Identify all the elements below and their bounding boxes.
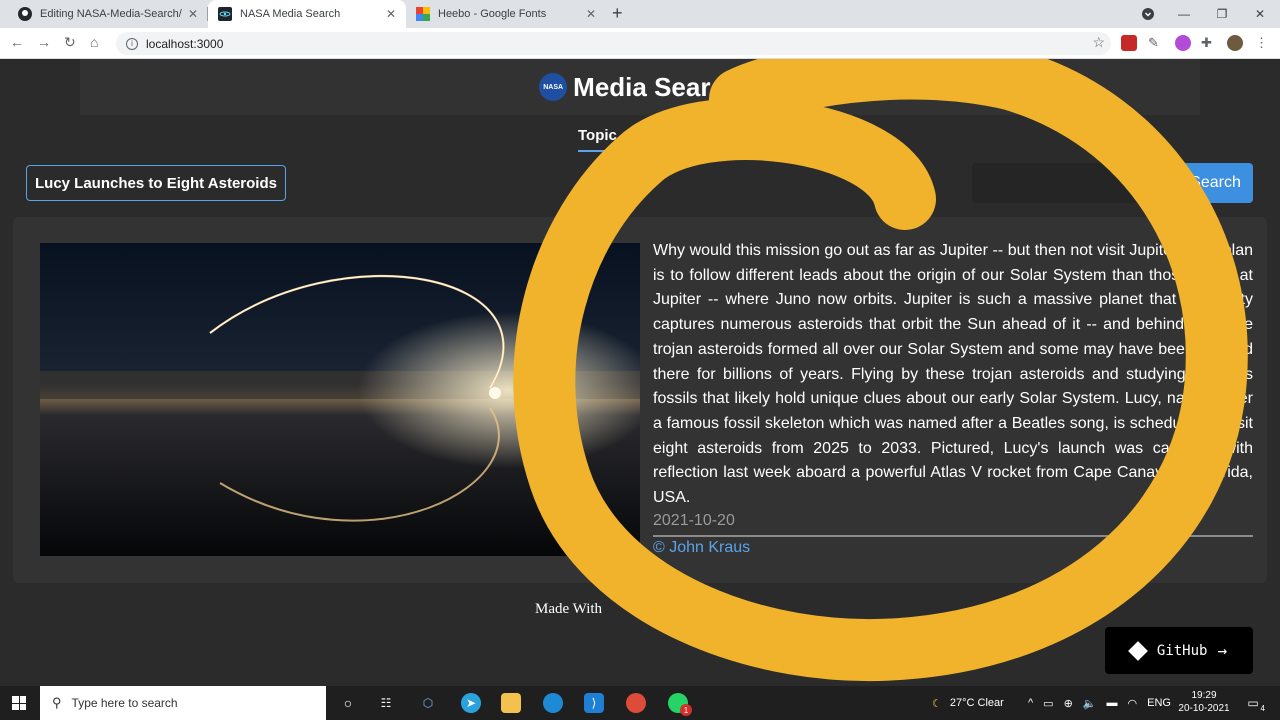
language-indicator[interactable]: ENG [1147,697,1171,709]
back-icon[interactable]: ← [10,34,24,50]
vscode-icon[interactable]: ⟩ [584,693,604,713]
browser-tab-github[interactable]: Editing NASA-Media-Search/REA ✕ [8,0,208,28]
3d-viewer-icon[interactable]: ⬡ [418,693,438,713]
github-label: GitHub [1156,642,1208,659]
weather-text: 27°C Clear [949,697,1004,709]
search-button[interactable]: Search [1178,163,1253,203]
whatsapp-icon[interactable]: 1 [668,693,692,716]
media-card: Why would this mission go out as far as … [13,217,1267,583]
puzzle-icon[interactable]: ✚ [1201,35,1217,51]
chrome-icon[interactable] [626,693,646,713]
clock-time: 19:29 [1191,690,1217,701]
file-explorer-icon[interactable] [501,693,521,713]
weather-widget[interactable]: ☾ 27°C Clear [932,686,1004,720]
cortana-icon[interactable]: ○ [338,693,358,713]
telegram-icon[interactable]: ➤ [461,693,481,713]
browser-tab-strip: Editing NASA-Media-Search/REA ✕ NASA Med… [0,0,1280,28]
tab-search-icon[interactable] [1130,0,1166,28]
page-viewport: NASA Media Search Topic of Lucy Launches… [0,59,1280,686]
minimize-button[interactable]: — [1166,0,1202,28]
github-button[interactable]: GitHub → [1105,627,1253,674]
nasa-logo: NASA [539,73,568,101]
site-header: NASA Media Search [80,59,1200,115]
taskbar-search-placeholder: Type here to search [71,696,178,710]
edge-icon[interactable] [543,693,563,713]
new-tab-button[interactable]: + [612,3,623,24]
tab-topic-of-day[interactable]: Topic of [578,127,636,152]
moon-icon: ☾ [932,697,942,710]
tray-icons: ^ ▭ ⊕ 🔈 ▬ ◠ ENG [1028,686,1171,720]
topic-chip[interactable]: Lucy Launches to Eight Asteroids [26,165,286,201]
taskbar-clock[interactable]: 19:29 20-10-2021 [1178,689,1230,715]
chevron-up-icon[interactable]: ^ [1028,697,1033,709]
notifications-icon[interactable]: ▭ 4 [1243,693,1265,713]
git-icon [1127,640,1148,661]
tab-title: Editing NASA-Media-Search/REA [40,8,182,20]
url-text: localhost:3000 [146,36,224,51]
copyright-link[interactable]: © John Kraus [653,539,750,557]
close-tab-icon[interactable]: ✕ [586,7,596,21]
task-view-icon[interactable]: ☷ [376,693,396,713]
home-icon[interactable]: ⌂ [90,34,98,50]
bookmark-star-icon[interactable]: ☆ [1092,34,1105,51]
clock-date: 20-10-2021 [1178,703,1230,714]
footer-text: Made With [535,601,603,617]
wifi-icon[interactable]: ◠ [1128,697,1138,710]
windows-taskbar: ⚲ Type here to search ○ ☷ ⬡ ➤ ⟩ 1 ☾ 27°C… [0,686,1280,720]
eyedropper-icon[interactable]: ✎ [1148,35,1164,51]
article-date: 2021-10-20 [653,512,735,529]
search-input[interactable] [972,163,1182,203]
browser-tab-nasa[interactable]: NASA Media Search ✕ [208,0,406,28]
close-tab-icon[interactable]: ✕ [188,7,198,21]
close-tab-icon[interactable]: ✕ [386,7,396,21]
windows-start-icon[interactable] [12,696,26,710]
extension-icon[interactable] [1121,35,1137,51]
menu-dots-icon[interactable]: ⋮ [1255,35,1271,51]
maximize-button[interactable]: ❐ [1204,0,1240,28]
launch-photo [40,243,640,556]
taskbar-search[interactable]: ⚲ Type here to search [40,686,326,720]
reload-icon[interactable]: ↻ [64,34,76,51]
divider [653,535,1253,537]
tab-title: NASA Media Search [240,8,341,20]
whatsapp-badge: 1 [680,704,692,716]
site-info-icon[interactable]: i [126,37,138,50]
tab-title: Heebo - Google Fonts [438,8,547,20]
google-fonts-icon [416,7,430,21]
browser-tab-google-fonts[interactable]: Heebo - Google Fonts ✕ [406,0,606,28]
display-icon[interactable]: ▬ [1107,697,1118,709]
address-bar[interactable]: i localhost:3000 ☆ [116,32,1111,55]
avatar[interactable] [1227,35,1243,51]
article-description: Why would this mission go out as far as … [653,242,1253,507]
forward-icon[interactable]: → [37,34,51,50]
site-title: Media Search [573,71,741,102]
volume-icon[interactable]: 🔈 [1083,697,1097,710]
browser-toolbar: ← → ↻ ⌂ i localhost:3000 ☆ ✎ ✚ ⋮ [0,28,1280,59]
react-icon [218,7,232,21]
search-icon: ⚲ [52,695,62,710]
extension-icon[interactable] [1175,35,1191,51]
arrow-right-icon: → [1217,641,1228,660]
network-icon[interactable]: ⊕ [1064,697,1073,710]
notification-count: 4 [1260,704,1265,713]
close-window-button[interactable]: ✕ [1242,0,1278,28]
battery-icon[interactable]: ▭ [1043,697,1053,710]
github-icon [18,7,32,21]
